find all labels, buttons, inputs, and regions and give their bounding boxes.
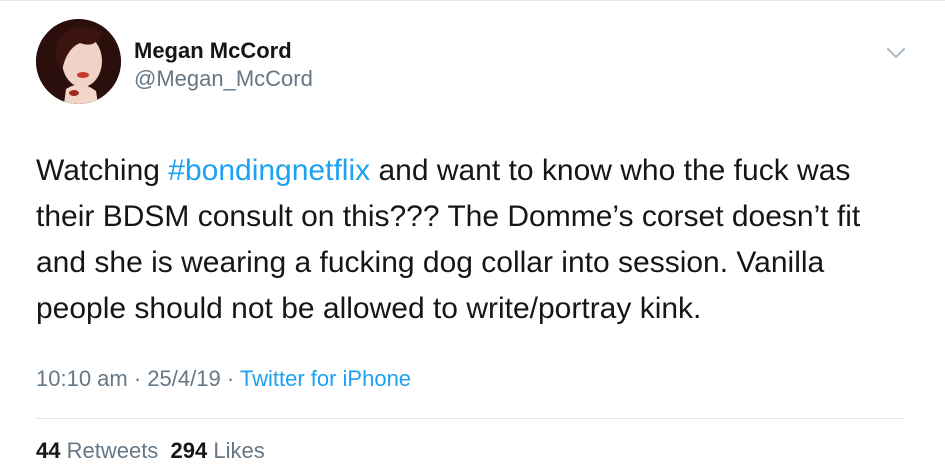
user-handle[interactable]: @Megan_McCord bbox=[134, 66, 313, 92]
tweet-meta: 10:10 am · 25/4/19 · Twitter for iPhone bbox=[36, 366, 411, 392]
display-name[interactable]: Megan McCord bbox=[134, 38, 292, 64]
retweets-stat[interactable]: 44 Retweets bbox=[36, 438, 158, 463]
retweets-count: 44 bbox=[36, 438, 61, 463]
tweet-line: Watching #bondingnetflix and want to kno… bbox=[36, 148, 916, 194]
tweet-date: 25/4/19 bbox=[147, 366, 221, 391]
meta-separator: · bbox=[220, 366, 240, 391]
retweets-label: Retweets bbox=[60, 438, 159, 463]
tweet-line: and she is wearing a fucking dog collar … bbox=[36, 246, 825, 279]
likes-stat[interactable]: 294 Likes bbox=[171, 438, 265, 463]
avatar-image bbox=[36, 19, 121, 104]
tweet-text-segment: Watching bbox=[36, 154, 169, 187]
hashtag-link[interactable]: #bondingnetflix bbox=[168, 154, 370, 187]
likes-count: 294 bbox=[170, 438, 208, 463]
tweet-line: their BDSM consult on this??? The Domme’… bbox=[36, 200, 861, 233]
avatar[interactable] bbox=[36, 19, 121, 104]
top-divider bbox=[0, 0, 945, 1]
tweet-stats: 44 Retweets 294 Likes bbox=[36, 438, 265, 464]
tweet-time: 10:10 am bbox=[36, 366, 128, 391]
divider bbox=[36, 418, 904, 419]
likes-label: Likes bbox=[207, 438, 265, 463]
tweet-text-segment: and want to know who the fuck was bbox=[370, 154, 851, 187]
tweet-text: Watching #bondingnetflix and want to kno… bbox=[36, 148, 916, 332]
chevron-down-icon[interactable] bbox=[885, 45, 907, 61]
meta-separator: · bbox=[127, 366, 148, 391]
tweet-source-link[interactable]: Twitter for iPhone bbox=[240, 366, 411, 391]
tweet-line: people should not be allowed to write/po… bbox=[36, 292, 702, 325]
